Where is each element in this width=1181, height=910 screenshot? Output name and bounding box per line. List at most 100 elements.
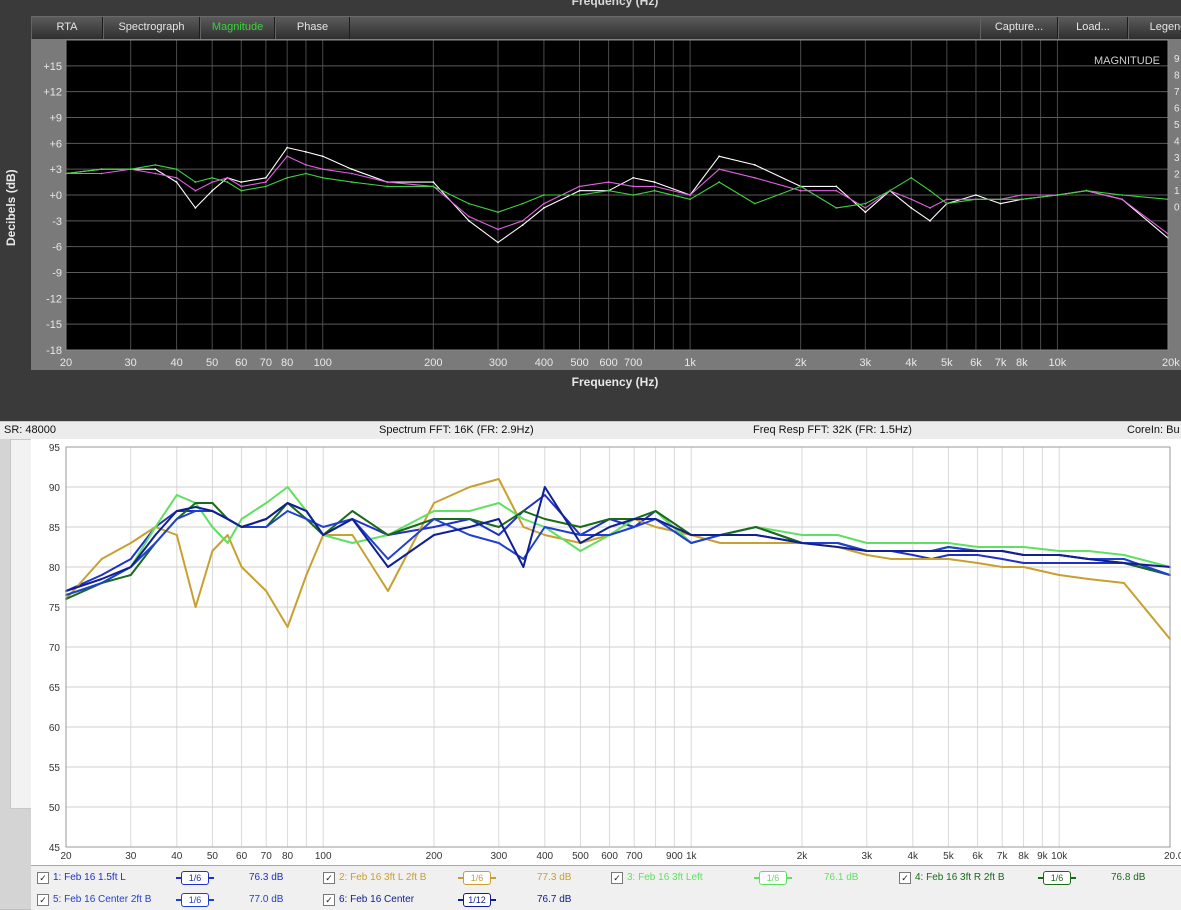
y-tick-label: +3 xyxy=(49,164,62,176)
smoothing-badge[interactable]: 1/6 xyxy=(1038,871,1076,885)
right-axis-label: 6 xyxy=(1174,104,1180,115)
data-point xyxy=(226,181,229,183)
data-point xyxy=(608,534,611,536)
x-tick-label: 500 xyxy=(572,851,589,862)
data-point xyxy=(753,163,756,166)
data-point xyxy=(286,510,289,512)
y-tick-label: -18 xyxy=(46,345,62,357)
data-point xyxy=(653,181,656,183)
level-readout: 76.3 dB xyxy=(249,872,284,883)
data-point xyxy=(497,518,500,520)
legend-checkbox[interactable]: ✓ xyxy=(899,872,911,884)
data-point xyxy=(579,534,582,536)
smoothing-badge[interactable]: 1/12 xyxy=(458,893,496,907)
x-tick-label: 400 xyxy=(536,851,553,862)
data-point xyxy=(433,518,435,520)
legend-item[interactable]: ✓ 1: Feb 16 1.5ft L 1/6 76.3 dB xyxy=(37,871,317,887)
data-point xyxy=(543,486,546,488)
data-point xyxy=(543,207,545,209)
legend-checkbox[interactable]: ✓ xyxy=(323,872,335,884)
x-tick-label: 6k xyxy=(972,851,984,862)
x-tick-label: 900 xyxy=(666,851,683,862)
right-axis-label: 0 xyxy=(1174,203,1180,214)
x-tick-label: 500 xyxy=(570,357,588,369)
data-point xyxy=(211,181,214,183)
y-tick-label: -15 xyxy=(46,319,62,331)
data-point xyxy=(321,168,324,171)
data-point xyxy=(1022,546,1025,548)
data-point xyxy=(1087,578,1090,580)
data-point xyxy=(719,534,722,536)
smoothing-badge[interactable]: 1/6 xyxy=(458,871,496,885)
legend-item[interactable]: ✓ 5: Feb 16 Center 2ft B 1/6 77.0 dB xyxy=(37,893,317,909)
data-point xyxy=(799,189,802,192)
y-tick-label: -12 xyxy=(46,293,62,305)
smoothing-badge[interactable]: 1/6 xyxy=(176,871,214,885)
x-tick-label: 70 xyxy=(260,357,272,369)
x-tick-label: 60 xyxy=(236,851,248,862)
data-point xyxy=(264,181,267,183)
x-tick-label: 10k xyxy=(1051,851,1068,862)
data-point xyxy=(1001,566,1004,568)
smoothing-badge[interactable]: 1/6 xyxy=(754,871,792,885)
data-point xyxy=(911,554,914,556)
x-tick-label: 9k xyxy=(1037,851,1049,862)
data-point xyxy=(468,510,471,512)
data-point xyxy=(1087,550,1090,552)
level-readout: 76.8 dB xyxy=(1111,872,1146,883)
data-point xyxy=(947,550,950,552)
data-point xyxy=(633,518,636,520)
legend-item[interactable]: ✓ 2: Feb 16 3ft L 2ft B 1/6 77.3 dB xyxy=(323,871,603,887)
data-point xyxy=(194,181,197,183)
data-point xyxy=(264,185,267,188)
data-point xyxy=(194,189,197,192)
data-point xyxy=(286,626,289,628)
data-point xyxy=(265,502,268,504)
legend-checkbox[interactable]: ✓ xyxy=(37,894,49,906)
data-point xyxy=(240,181,243,183)
data-point xyxy=(654,526,657,528)
smoothing-badge[interactable]: 1/6 xyxy=(176,893,214,907)
legend-checkbox[interactable]: ✓ xyxy=(323,894,335,906)
legend-item[interactable]: ✓ 4: Feb 16 3ft R 2ft B 1/6 76.8 dB xyxy=(899,871,1179,887)
legend-item[interactable]: ✓ 3: Feb 16 3ft Left 1/6 76.1 dB xyxy=(611,871,891,887)
data-point xyxy=(194,606,197,608)
data-point xyxy=(305,510,308,512)
legend-label: 3: Feb 16 3ft Left xyxy=(627,872,703,883)
data-point xyxy=(890,558,893,560)
data-point xyxy=(578,189,581,192)
data-point xyxy=(929,189,931,192)
legend-checkbox[interactable]: ✓ xyxy=(37,872,49,884)
data-point xyxy=(579,550,582,552)
data-point xyxy=(755,526,757,528)
legend-checkbox[interactable]: ✓ xyxy=(611,872,623,884)
data-point xyxy=(100,172,103,175)
data-point xyxy=(999,198,1002,201)
right-axis-label: 3 xyxy=(1174,153,1180,164)
data-point xyxy=(305,163,307,166)
data-point xyxy=(522,558,525,560)
data-point xyxy=(387,590,389,592)
data-point xyxy=(1123,562,1125,564)
data-point xyxy=(1085,189,1088,192)
legend-item[interactable]: ✓ 6: Feb 16 Center 1/12 76.7 dB xyxy=(323,893,603,909)
x-tick-label: 20.0k Hz xyxy=(1164,851,1181,862)
data-point xyxy=(386,185,389,188)
data-point xyxy=(976,550,979,552)
data-point xyxy=(305,172,307,175)
data-point xyxy=(129,542,132,544)
x-tick-label: 30 xyxy=(125,851,137,862)
x-tick-label: 50 xyxy=(207,851,219,862)
data-point xyxy=(387,558,389,560)
data-point xyxy=(910,207,913,209)
y-tick-label: +15 xyxy=(43,61,62,73)
data-point xyxy=(608,518,611,520)
data-point xyxy=(497,534,500,536)
x-tick-label: 10k xyxy=(1049,357,1067,369)
data-point xyxy=(608,526,611,528)
data-point xyxy=(211,176,214,179)
data-point xyxy=(154,172,157,175)
data-point xyxy=(975,194,977,196)
data-point xyxy=(755,542,757,544)
data-point xyxy=(1001,558,1004,560)
